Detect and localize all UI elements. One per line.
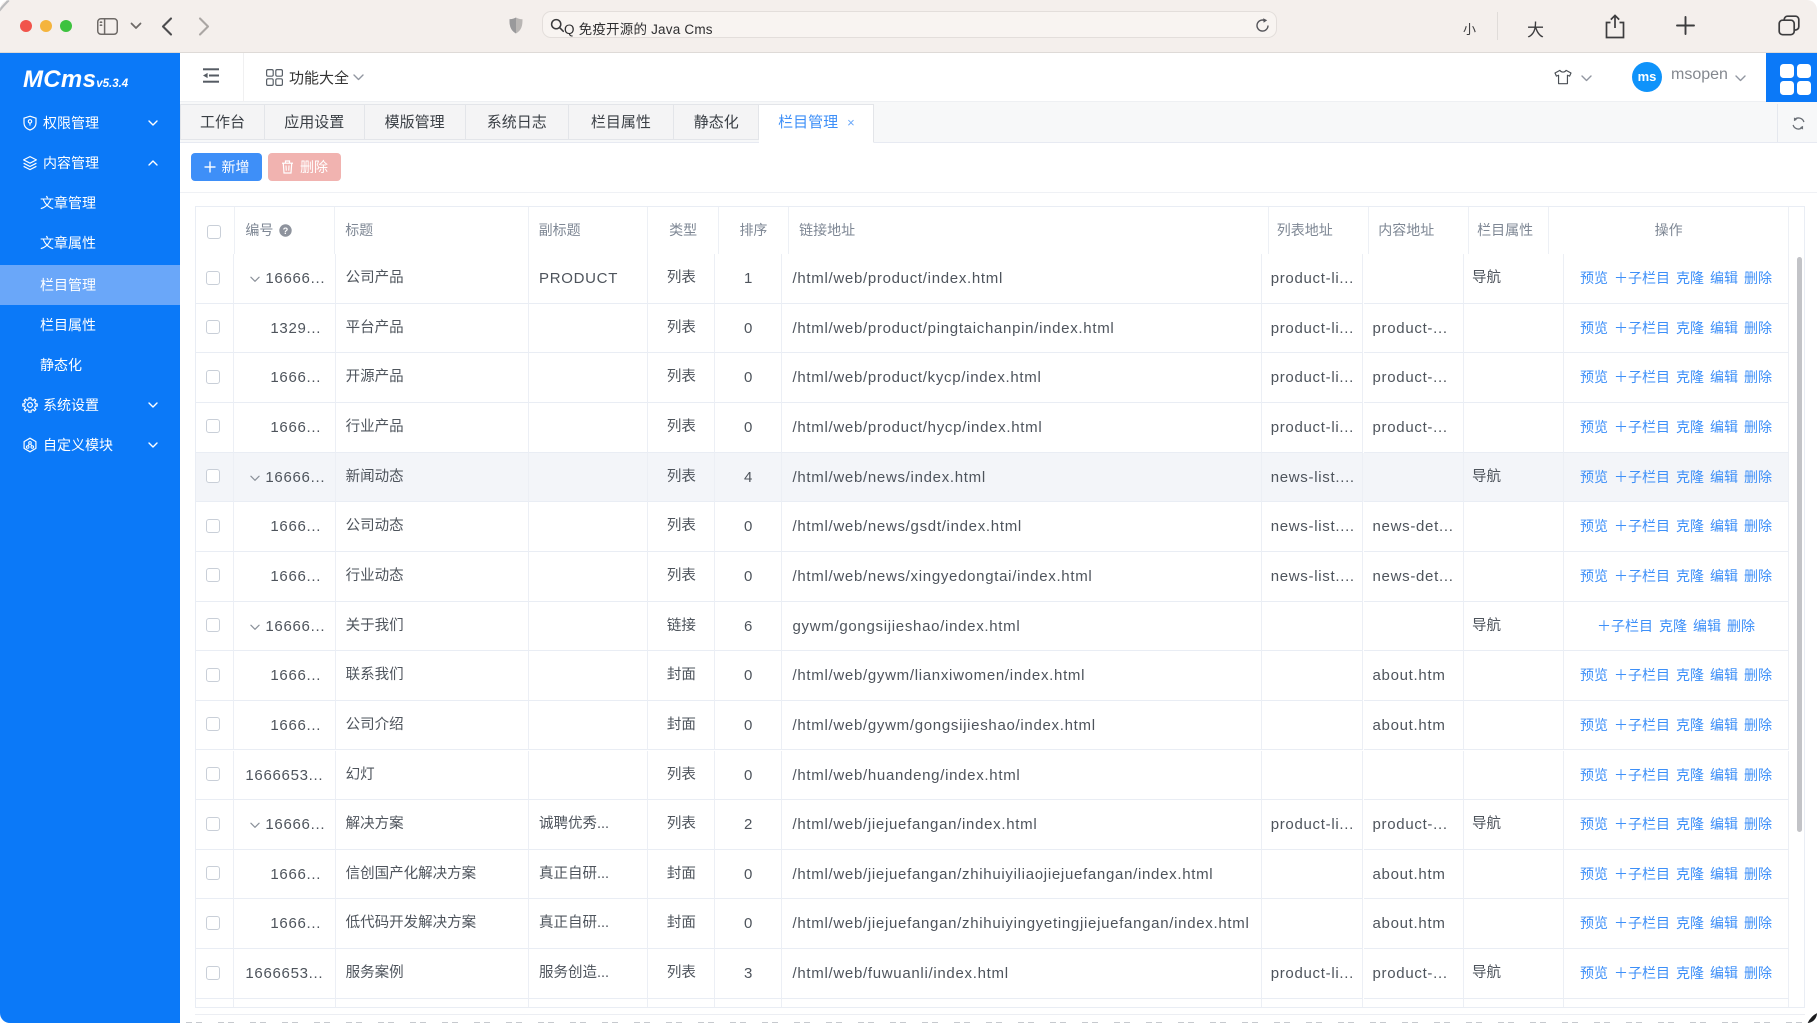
svg-text:?: ? [283, 226, 289, 236]
